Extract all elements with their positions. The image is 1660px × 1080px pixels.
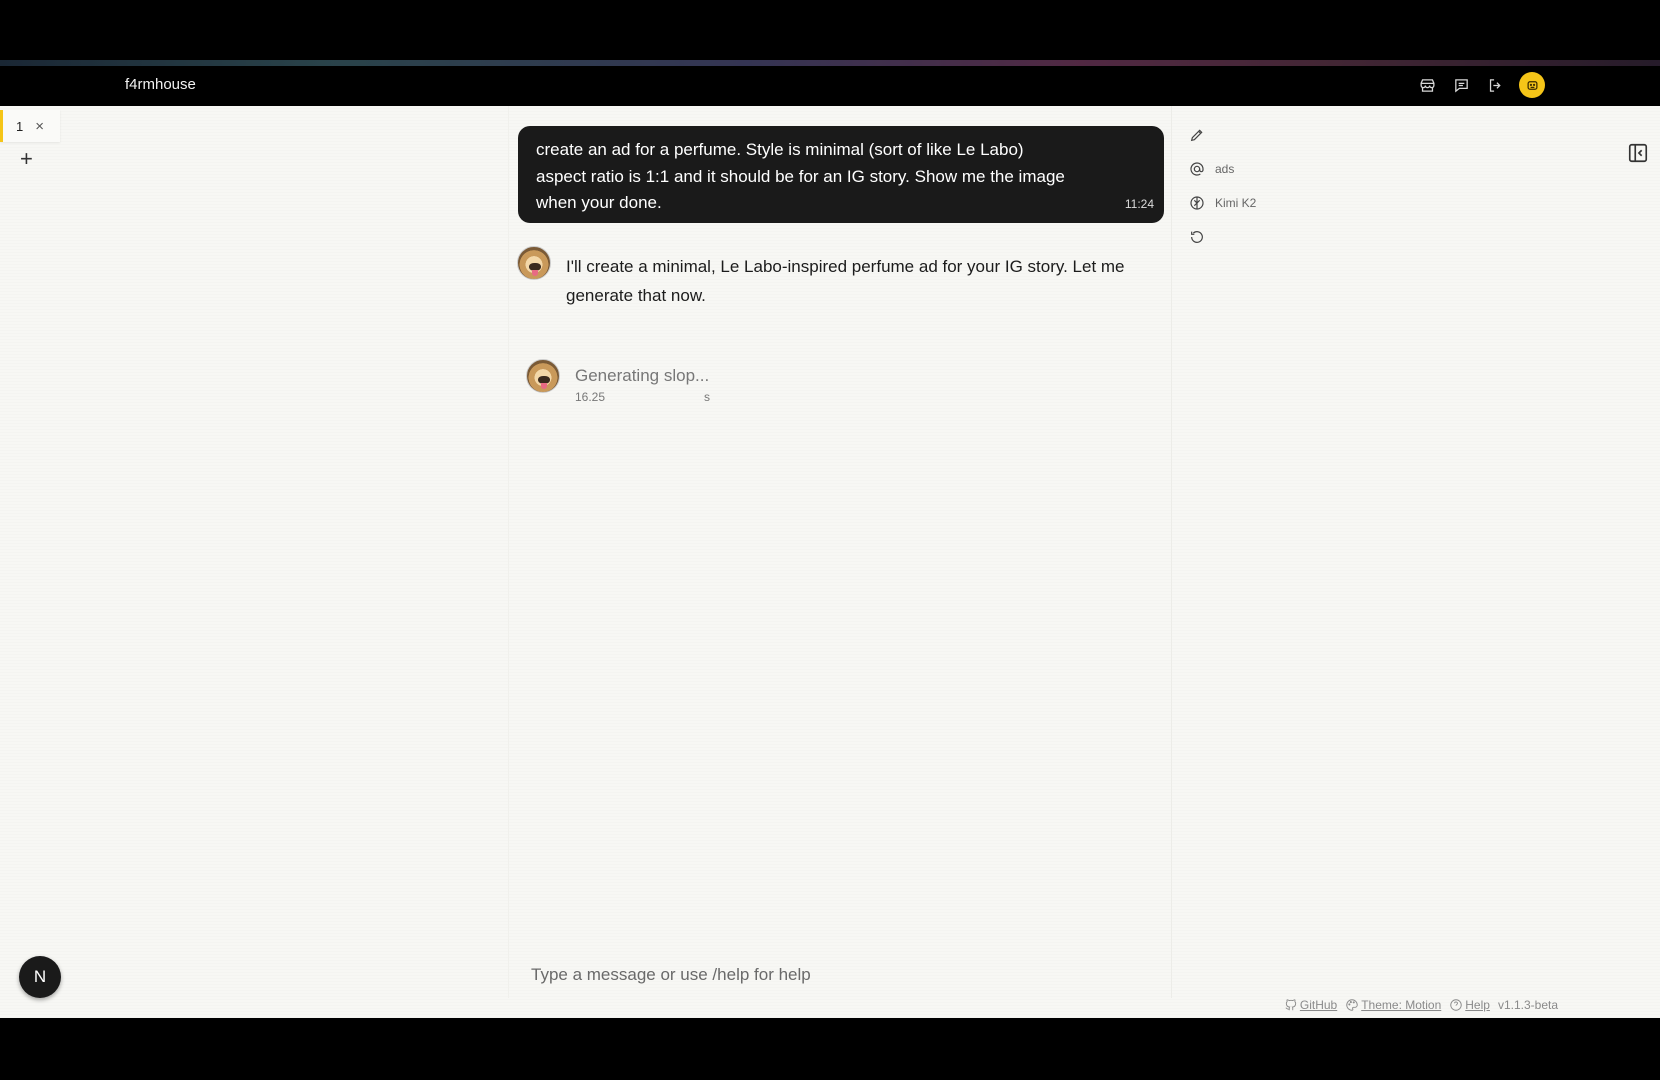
assistant-message-text: I'll create a minimal, Le Labo-inspired …: [566, 257, 1125, 305]
message-input[interactable]: [531, 964, 1151, 985]
n-badge-button[interactable]: N: [19, 956, 61, 998]
user-message-bubble: create an ad for a perfume. Style is min…: [518, 126, 1164, 223]
help-icon: [1450, 999, 1462, 1011]
store-icon[interactable]: [1417, 75, 1437, 95]
theme-link[interactable]: Theme: Motion: [1345, 998, 1441, 1012]
sidebar-toggle-button[interactable]: [1627, 142, 1649, 164]
chat-column: create an ad for a perfume. Style is min…: [508, 106, 1172, 998]
footer: GitHub Theme: Motion Help v1.1.3-beta: [1284, 998, 1558, 1012]
assistant-message: I'll create a minimal, Le Labo-inspired …: [517, 246, 1126, 310]
app-title: f4rmhouse: [125, 76, 196, 93]
top-bar: f4rmhouse: [0, 66, 1660, 106]
user-message-text: create an ad for a perfume. Style is min…: [536, 140, 1065, 212]
message-timestamp: 11:24: [1124, 196, 1154, 211]
model-label: Kimi K2: [1215, 196, 1257, 210]
tab-1[interactable]: 1 ×: [0, 110, 60, 142]
assistant-avatar: [517, 246, 551, 280]
timer-value: 16.25: [575, 390, 606, 404]
model-selector[interactable]: Kimi K2: [1189, 186, 1256, 220]
github-link[interactable]: GitHub: [1284, 998, 1337, 1012]
main-area: 1 × + create an ad for a perfume. Style …: [0, 106, 1660, 1018]
generating-timer: 16.25 s: [575, 390, 710, 404]
version-label: v1.1.3-beta: [1497, 998, 1558, 1012]
mention-label: ads: [1215, 162, 1235, 176]
logout-icon[interactable]: [1485, 75, 1505, 95]
generating-label: Generating slop...: [575, 366, 710, 385]
model-icon: [1190, 196, 1204, 210]
tab-label: 1: [16, 118, 24, 134]
github-label: GitHub: [1299, 998, 1338, 1012]
topbar-icons: [1417, 72, 1545, 98]
refresh-button[interactable]: [1189, 220, 1256, 254]
panel-collapse-icon: [1628, 143, 1648, 163]
palette-icon: [1346, 999, 1358, 1011]
mention-selector[interactable]: ads: [1189, 152, 1256, 186]
github-icon: [1285, 999, 1296, 1011]
theme-label: Theme: Motion: [1361, 998, 1442, 1012]
at-icon: [1190, 162, 1204, 176]
add-tab-button[interactable]: +: [20, 146, 33, 172]
edit-button[interactable]: [1189, 118, 1256, 152]
help-link[interactable]: Help: [1449, 998, 1490, 1012]
help-label: Help: [1465, 998, 1490, 1012]
generating-indicator: Generating slop... 16.25 s: [526, 359, 710, 404]
assistant-avatar: [526, 359, 560, 393]
refresh-icon: [1191, 231, 1203, 243]
tab-close-icon[interactable]: ×: [35, 118, 44, 135]
pencil-icon: [1190, 129, 1203, 142]
chat-icon[interactable]: [1451, 75, 1471, 95]
chat-tools: ads Kimi K2: [1189, 118, 1256, 254]
message-input-area: [509, 951, 1173, 998]
timer-unit: s: [704, 390, 710, 404]
user-avatar-icon[interactable]: [1519, 72, 1545, 98]
